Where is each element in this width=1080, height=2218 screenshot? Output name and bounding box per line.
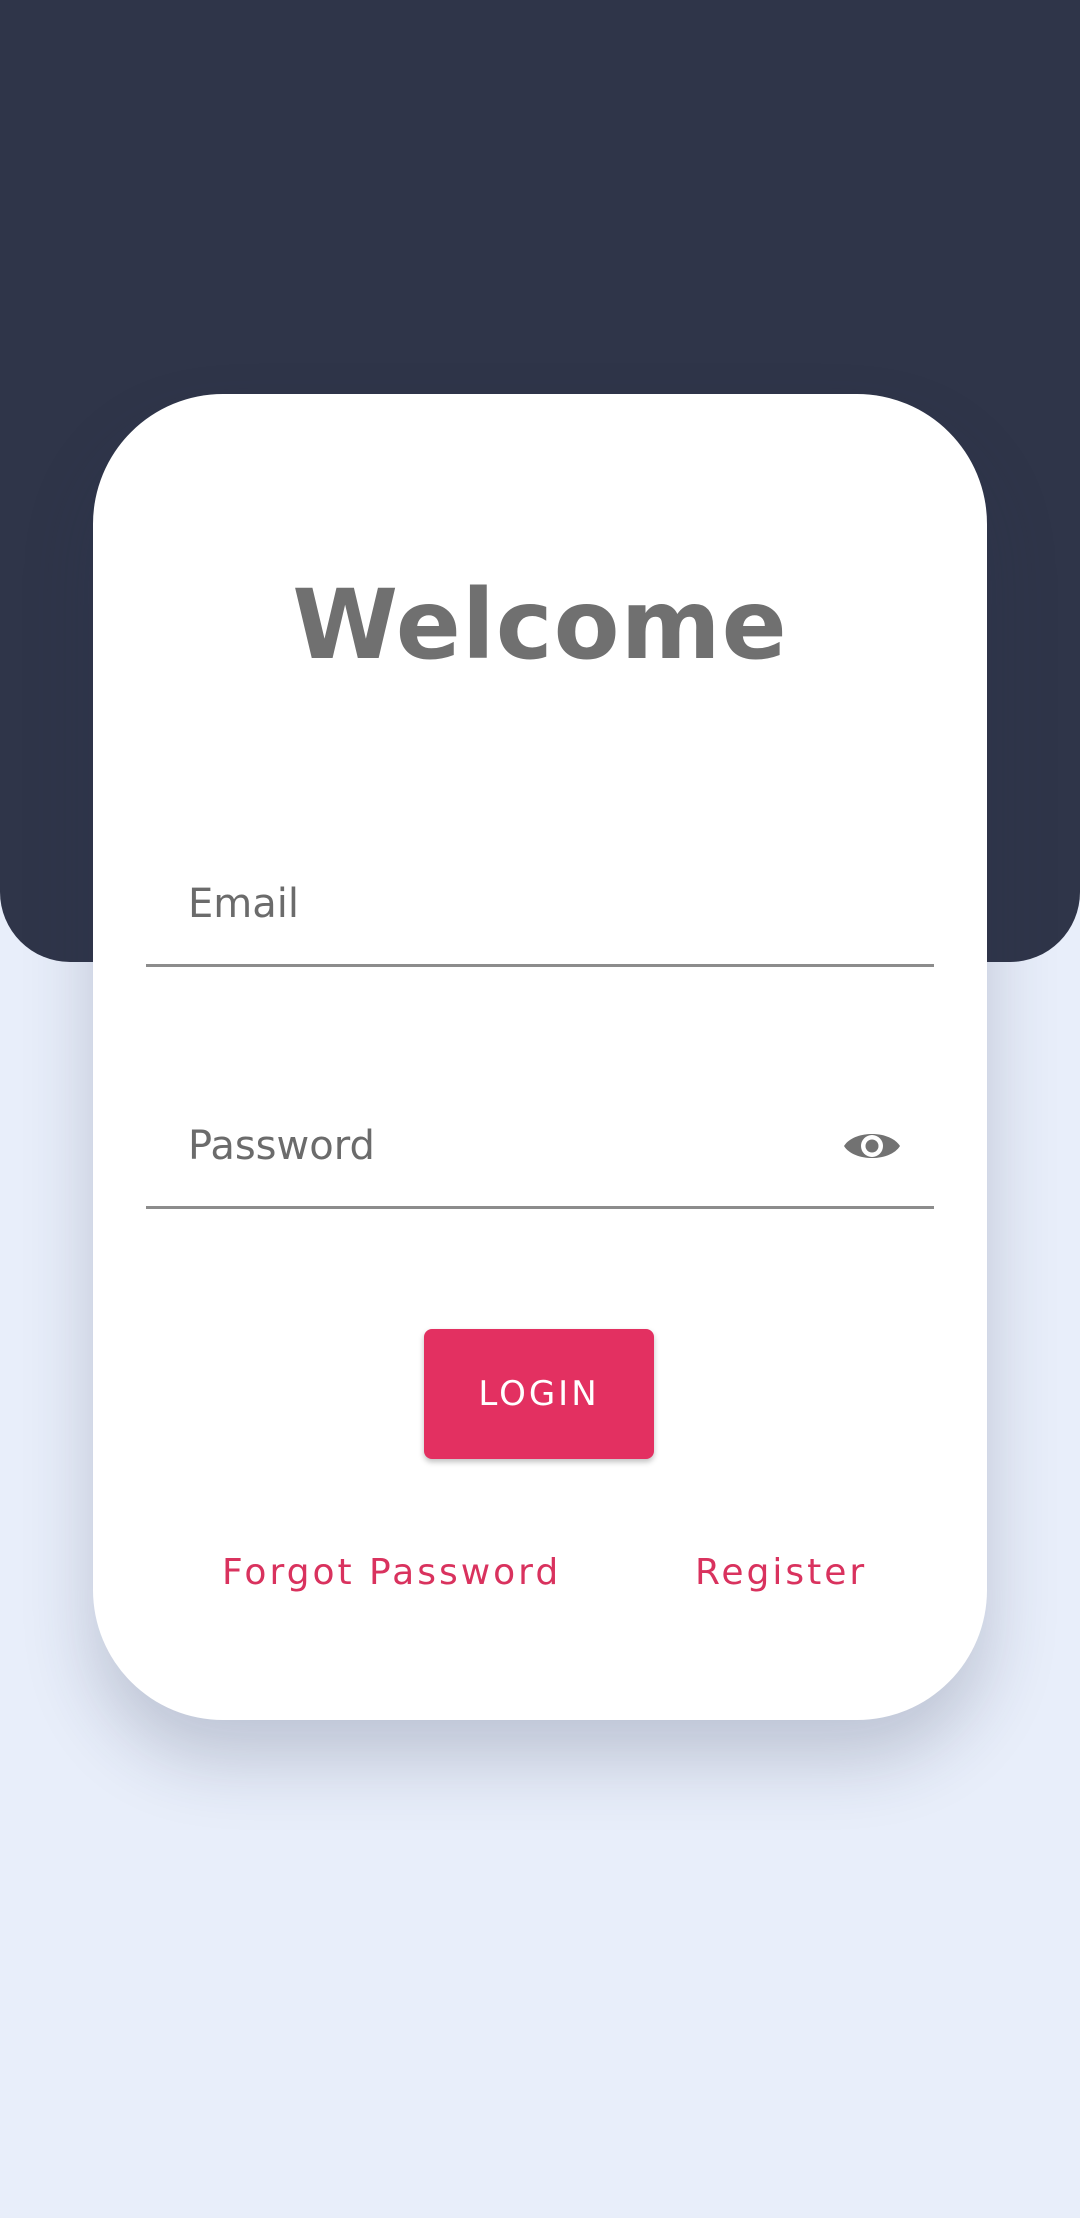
forgot-password-link[interactable]: Forgot Password xyxy=(222,1552,561,1593)
password-field-container xyxy=(146,1086,934,1209)
login-card: Welcome LOGIN Forgot Password Register xyxy=(93,394,987,1720)
login-button[interactable]: LOGIN xyxy=(424,1329,654,1459)
password-field[interactable] xyxy=(188,1086,848,1206)
login-button-label: LOGIN xyxy=(478,1374,600,1414)
email-field[interactable] xyxy=(188,844,848,964)
page-title: Welcome xyxy=(292,569,788,681)
eye-icon[interactable] xyxy=(842,1124,902,1168)
email-field-container xyxy=(146,844,934,967)
register-link[interactable]: Register xyxy=(695,1552,867,1593)
